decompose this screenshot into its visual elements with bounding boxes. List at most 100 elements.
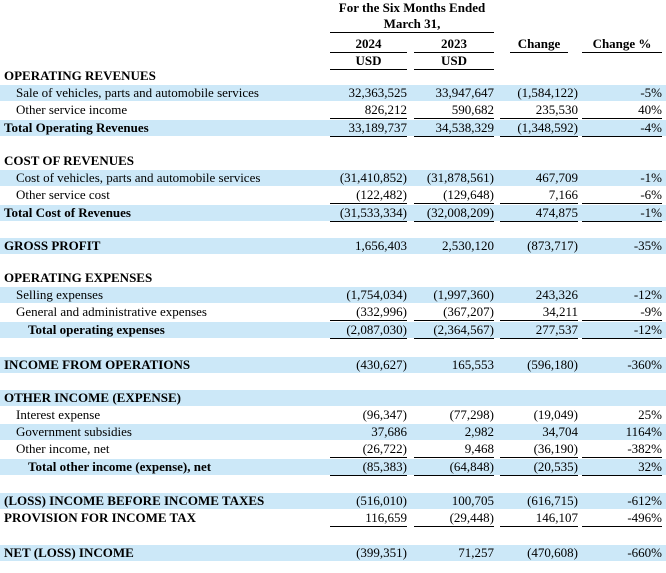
value-2023: 71,257 bbox=[458, 545, 494, 560]
row-label: Other service cost bbox=[16, 187, 110, 202]
value-2024: (399,351) bbox=[356, 545, 407, 560]
row-cost-of-vehicles: Cost of vehicles, parts and automobile s… bbox=[0, 170, 666, 186]
value-change: 7,166 bbox=[500, 187, 578, 204]
value-2024: (122,482) bbox=[330, 187, 407, 204]
value-change: 34,211 bbox=[500, 304, 578, 321]
value-2024: (96,347) bbox=[362, 407, 407, 422]
value-2024: (332,996) bbox=[330, 304, 407, 321]
value-change-pct: -496% bbox=[582, 510, 662, 527]
value-2023: 33,947,647 bbox=[435, 85, 495, 100]
row-label: GROSS PROFIT bbox=[4, 238, 101, 253]
value-2024: (31,410,852) bbox=[339, 170, 407, 185]
value-change-pct: -5% bbox=[640, 85, 662, 100]
value-2023: 34,538,329 bbox=[414, 120, 494, 137]
value-change: 467,709 bbox=[535, 170, 578, 185]
row-label: OTHER INCOME (EXPENSE) bbox=[4, 390, 181, 405]
value-change-pct: 40% bbox=[582, 102, 662, 119]
value-change-pct: -1% bbox=[582, 205, 662, 222]
row-label: Total operating expenses bbox=[28, 322, 165, 337]
row-other-service-income: Other service income 826,212 590,682 235… bbox=[0, 102, 666, 119]
row-other-income-heading: OTHER INCOME (EXPENSE) bbox=[0, 390, 666, 406]
row-label: NET (LOSS) INCOME bbox=[4, 545, 134, 560]
row-total-operating-expenses: Total operating expenses (2,087,030) (2,… bbox=[0, 322, 666, 339]
value-change-pct: -12% bbox=[582, 322, 662, 339]
value-change-pct: -35% bbox=[633, 238, 662, 253]
value-change: (20,535) bbox=[500, 459, 578, 476]
value-change: (1,348,592) bbox=[500, 120, 578, 137]
value-change-pct: -4% bbox=[582, 120, 662, 137]
value-change: (19,049) bbox=[533, 407, 578, 422]
value-2023: (77,298) bbox=[449, 407, 494, 422]
value-2024: (1,754,034) bbox=[346, 287, 407, 302]
row-label: PROVISION FOR INCOME TAX bbox=[4, 510, 197, 525]
value-2023: 9,468 bbox=[414, 441, 494, 458]
value-2023: 590,682 bbox=[414, 102, 494, 119]
value-2024: (31,533,334) bbox=[330, 205, 407, 222]
row-cost-of-revenues-heading: COST OF REVENUES bbox=[0, 153, 666, 169]
row-other-income-net: Other income, net (26,722) 9,468 (36,190… bbox=[0, 441, 666, 458]
value-change-pct: 25% bbox=[638, 407, 662, 422]
value-change: 243,326 bbox=[535, 287, 578, 302]
value-2024: 32,363,525 bbox=[348, 85, 408, 100]
row-gross-profit: GROSS PROFIT 1,656,403 2,530,120 (873,71… bbox=[0, 238, 666, 254]
value-2023: (2,364,567) bbox=[414, 322, 494, 339]
value-change-pct: -6% bbox=[582, 187, 662, 204]
value-change-pct: 32% bbox=[582, 459, 662, 476]
row-label: OPERATING EXPENSES bbox=[4, 270, 153, 285]
row-government-subsidies: Government subsidies 37,686 2,982 34,704… bbox=[0, 424, 666, 440]
row-label: INCOME FROM OPERATIONS bbox=[4, 357, 191, 372]
value-2023: 165,553 bbox=[451, 357, 494, 372]
value-change: (616,715) bbox=[527, 493, 578, 508]
value-change: (873,717) bbox=[527, 238, 578, 253]
change-header: Change bbox=[510, 36, 568, 53]
value-2024: 1,656,403 bbox=[355, 238, 407, 253]
row-provision-income-tax: PROVISION FOR INCOME TAX 116,659 (29,448… bbox=[0, 510, 666, 527]
value-2023: 2,530,120 bbox=[442, 238, 494, 253]
row-label: Other service income bbox=[16, 102, 128, 117]
row-label: Government subsidies bbox=[16, 424, 132, 439]
period-heading-line2: March 31, bbox=[330, 16, 494, 33]
row-label: Other income, net bbox=[16, 441, 110, 456]
row-label: COST OF REVENUES bbox=[4, 153, 135, 168]
row-label: Sale of vehicles, parts and automobile s… bbox=[16, 85, 259, 100]
value-change: (36,190) bbox=[500, 441, 578, 458]
value-2023: (31,878,561) bbox=[426, 170, 494, 185]
year-2024-header: 2024 bbox=[330, 36, 407, 53]
value-2024: (516,010) bbox=[356, 493, 407, 508]
value-change: 146,107 bbox=[500, 510, 578, 527]
value-change: (470,608) bbox=[527, 545, 578, 560]
value-change-pct: -12% bbox=[633, 287, 662, 302]
value-change-pct: -612% bbox=[627, 493, 662, 508]
value-change: 34,704 bbox=[542, 424, 578, 439]
value-2023: (129,648) bbox=[414, 187, 494, 204]
value-2023: (1,997,360) bbox=[433, 287, 494, 302]
row-label: Total Operating Revenues bbox=[4, 120, 149, 135]
row-net-income: NET (LOSS) INCOME (399,351) 71,257 (470,… bbox=[0, 545, 666, 561]
row-general-admin-expenses: General and administrative expenses (332… bbox=[0, 304, 666, 321]
row-label: Total Cost of Revenues bbox=[4, 205, 131, 220]
row-selling-expenses: Selling expenses (1,754,034) (1,997,360)… bbox=[0, 287, 666, 303]
change-pct-header: Change % bbox=[582, 36, 662, 53]
row-label: Total other income (expense), net bbox=[28, 459, 212, 474]
value-2023: (29,448) bbox=[414, 510, 494, 527]
row-sale-of-vehicles: Sale of vehicles, parts and automobile s… bbox=[0, 85, 666, 101]
row-income-before-taxes: (LOSS) INCOME BEFORE INCOME TAXES (516,0… bbox=[0, 493, 666, 509]
row-operating-revenues-heading: OPERATING REVENUES bbox=[0, 68, 666, 84]
value-change-pct: -660% bbox=[627, 545, 662, 560]
value-2023: (367,207) bbox=[414, 304, 494, 321]
row-label: Cost of vehicles, parts and automobile s… bbox=[16, 170, 261, 185]
value-2023: (32,008,209) bbox=[414, 205, 494, 222]
value-change: (596,180) bbox=[527, 357, 578, 372]
period-heading-line1: For the Six Months Ended bbox=[338, 0, 486, 15]
value-change: (1,584,122) bbox=[517, 85, 578, 100]
row-label: General and administrative expenses bbox=[16, 304, 207, 319]
value-change-pct: -1% bbox=[640, 170, 662, 185]
row-total-other-income: Total other income (expense), net (85,38… bbox=[0, 459, 666, 476]
value-change: 235,530 bbox=[500, 102, 578, 119]
value-2024: 116,659 bbox=[330, 510, 407, 527]
value-change: 474,875 bbox=[500, 205, 578, 222]
value-change-pct: -9% bbox=[582, 304, 662, 321]
row-total-cost-of-revenues: Total Cost of Revenues (31,533,334) (32,… bbox=[0, 205, 666, 222]
row-label: Selling expenses bbox=[16, 287, 104, 302]
value-change-pct: -360% bbox=[627, 357, 662, 372]
